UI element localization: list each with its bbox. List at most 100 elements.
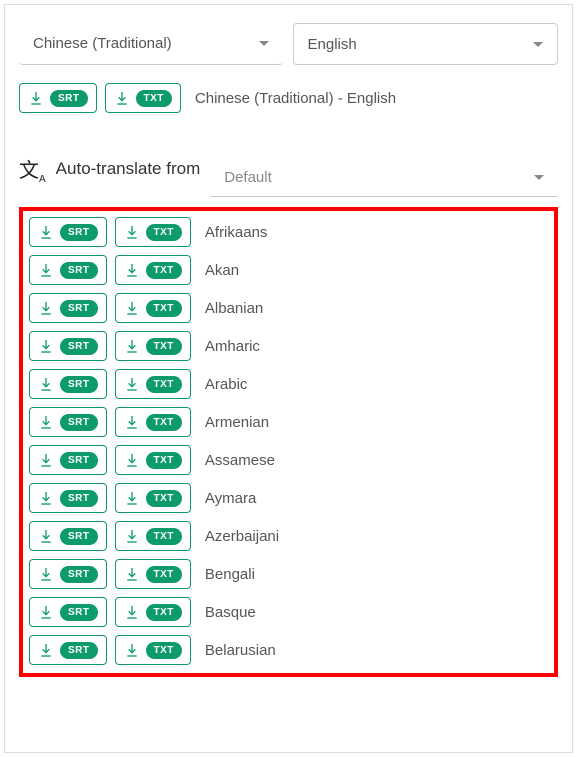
- txt-badge: TXT: [146, 528, 182, 545]
- auto-translate-dropdown[interactable]: Default: [210, 159, 558, 197]
- download-txt-button[interactable]: TXT: [115, 521, 191, 551]
- language-row: SRT TXT Arabic: [29, 369, 548, 399]
- srt-badge: SRT: [60, 224, 98, 241]
- download-icon: [124, 642, 140, 658]
- download-txt-button[interactable]: TXT: [115, 217, 191, 247]
- language-row: SRTTXTAmharic: [29, 331, 548, 361]
- download-txt-button[interactable]: TXT: [115, 331, 191, 361]
- download-icon: [38, 224, 54, 240]
- txt-badge: TXT: [146, 262, 182, 279]
- download-icon: [38, 566, 54, 582]
- language-row: SRT TXT Bengali: [29, 559, 548, 589]
- download-srt-button[interactable]: SRT: [29, 407, 107, 437]
- srt-badge: SRT: [60, 300, 98, 317]
- txt-badge: TXT: [146, 376, 182, 393]
- language-row: SRTTXTAzerbaijani: [29, 521, 548, 551]
- download-srt-button[interactable]: SRT: [29, 255, 107, 285]
- language-label: Afrikaans: [205, 224, 268, 241]
- txt-badge: TXT: [136, 90, 172, 107]
- language-label: Armenian: [205, 414, 269, 431]
- srt-badge: SRT: [60, 566, 98, 583]
- download-icon: [124, 528, 140, 544]
- language-row: SRT TXT Assamese: [29, 445, 548, 475]
- download-icon: [114, 90, 130, 106]
- download-icon: [38, 262, 54, 278]
- source-language-value: Chinese (Traditional): [33, 35, 172, 52]
- download-txt-button[interactable]: TXT: [115, 559, 191, 589]
- download-txt-button[interactable]: TXT: [115, 635, 191, 665]
- srt-badge: SRT: [60, 338, 98, 355]
- download-srt-button[interactable]: SRT: [29, 445, 107, 475]
- language-selectors: Chinese (Traditional) English: [19, 23, 558, 65]
- auto-translate-row: 文A Auto-translate from Default: [19, 141, 558, 197]
- download-srt-button[interactable]: SRT: [29, 635, 107, 665]
- download-txt-button[interactable]: TXT: [115, 597, 191, 627]
- txt-badge: TXT: [146, 338, 182, 355]
- target-language-value: English: [308, 36, 357, 53]
- download-srt-button[interactable]: SRT: [29, 559, 107, 589]
- download-icon: [124, 224, 140, 240]
- download-icon: [124, 604, 140, 620]
- language-label: Basque: [205, 604, 256, 621]
- txt-badge: TXT: [146, 642, 182, 659]
- language-pair-row: SRT TXT Chinese (Traditional) - English: [19, 83, 558, 113]
- language-list-highlight: SRT TXT Afrikaans SRT TXT Akan SRT TXT Albanian S…: [19, 207, 558, 677]
- download-srt-button[interactable]: SRT: [19, 83, 97, 113]
- download-txt-button[interactable]: TXT: [115, 483, 191, 513]
- download-icon: [124, 452, 140, 468]
- download-icon: [124, 300, 140, 316]
- download-txt-button[interactable]: TXT: [115, 369, 191, 399]
- language-label: Albanian: [205, 300, 263, 317]
- srt-badge: SRT: [60, 642, 98, 659]
- download-txt-button[interactable]: TXT: [105, 83, 181, 113]
- download-icon: [28, 90, 44, 106]
- download-icon: [124, 566, 140, 582]
- language-row: SRT TXT Basque: [29, 597, 548, 627]
- txt-badge: TXT: [146, 604, 182, 621]
- download-txt-button[interactable]: TXT: [115, 255, 191, 285]
- download-srt-button[interactable]: SRT: [29, 483, 107, 513]
- srt-badge: SRT: [50, 90, 88, 107]
- language-label: Bengali: [205, 566, 255, 583]
- language-row: SRT TXT Akan: [29, 255, 548, 285]
- download-srt-button[interactable]: SRT: [29, 293, 107, 323]
- download-txt-button[interactable]: TXT: [115, 407, 191, 437]
- srt-badge: SRT: [60, 528, 98, 545]
- download-srt-button[interactable]: SRT: [29, 521, 107, 551]
- download-icon: [38, 376, 54, 392]
- auto-translate-value: Default: [224, 169, 272, 186]
- language-label: Akan: [205, 262, 239, 279]
- language-pair-label: Chinese (Traditional) - English: [195, 90, 396, 107]
- language-row: SRT TXT Belarusian: [29, 635, 548, 665]
- txt-badge: TXT: [146, 224, 182, 241]
- srt-badge: SRT: [60, 376, 98, 393]
- srt-badge: SRT: [60, 262, 98, 279]
- download-icon: [38, 528, 54, 544]
- download-icon: [38, 604, 54, 620]
- language-label: Assamese: [205, 452, 275, 469]
- translate-icon: 文A: [19, 154, 46, 185]
- download-srt-button[interactable]: SRT: [29, 217, 107, 247]
- download-icon: [124, 338, 140, 354]
- target-language-dropdown[interactable]: English: [293, 23, 559, 65]
- srt-badge: SRT: [60, 490, 98, 507]
- download-txt-button[interactable]: TXT: [115, 445, 191, 475]
- download-srt-button[interactable]: SRT: [29, 331, 107, 361]
- language-label: Belarusian: [205, 642, 276, 659]
- download-icon: [38, 642, 54, 658]
- source-language-dropdown[interactable]: Chinese (Traditional): [19, 23, 283, 65]
- download-icon: [38, 338, 54, 354]
- language-row: SRT TXT Armenian: [29, 407, 548, 437]
- download-srt-button[interactable]: SRT: [29, 597, 107, 627]
- chevron-down-icon: [533, 42, 543, 47]
- download-srt-button[interactable]: SRT: [29, 369, 107, 399]
- srt-badge: SRT: [60, 414, 98, 431]
- language-label: Arabic: [205, 376, 248, 393]
- download-icon: [38, 414, 54, 430]
- txt-badge: TXT: [146, 452, 182, 469]
- download-txt-button[interactable]: TXT: [115, 293, 191, 323]
- download-icon: [124, 490, 140, 506]
- auto-translate-label: Auto-translate from: [56, 159, 201, 179]
- chevron-down-icon: [534, 175, 544, 180]
- txt-badge: TXT: [146, 300, 182, 317]
